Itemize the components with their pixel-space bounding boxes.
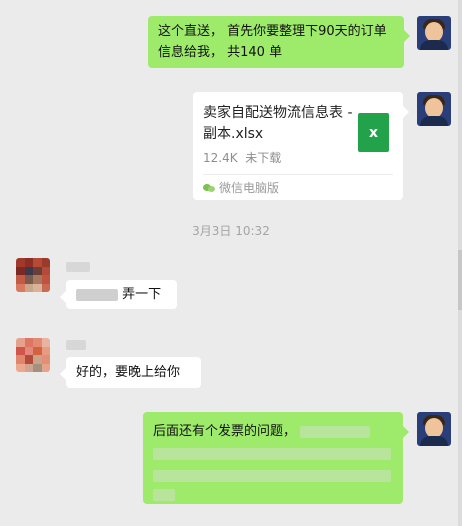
- file-size: 12.4K: [203, 151, 238, 165]
- contact-avatar[interactable]: [16, 338, 50, 372]
- message-text: 弄一下: [122, 287, 162, 302]
- redacted-text: [153, 469, 391, 482]
- file-download-status: 未下载: [245, 151, 282, 165]
- file-source: 微信电脑版: [203, 178, 279, 199]
- file-meta: 12.4K 未下载: [203, 148, 281, 169]
- excel-icon: x: [358, 113, 389, 152]
- timestamp: 3月3日 10:32: [192, 224, 270, 238]
- my-avatar[interactable]: [417, 16, 451, 50]
- redacted-text: [76, 288, 118, 301]
- redacted-text: [300, 425, 371, 438]
- my-avatar[interactable]: [417, 92, 451, 126]
- redacted-text: [153, 447, 391, 460]
- contact-avatar[interactable]: [16, 258, 50, 292]
- wechat-icon: [203, 183, 215, 193]
- divider: [203, 174, 393, 175]
- message-bubble-incoming[interactable]: 弄一下: [60, 280, 177, 309]
- message-text: 好的，要晚上给你: [76, 365, 181, 380]
- message-bubble-outgoing[interactable]: 后面还有个发票的问题，: [143, 412, 409, 504]
- my-avatar[interactable]: [417, 412, 451, 446]
- message-bubble-incoming[interactable]: 好的，要晚上给你: [60, 357, 201, 388]
- message-bubble-outgoing[interactable]: 这个直送， 首先你要整理下90天的订单信息给我， 共140 单: [148, 16, 410, 68]
- contact-name: [66, 340, 86, 350]
- redacted-text: [153, 488, 175, 501]
- file-message-card[interactable]: 卖家自配送物流信息表 - 副本.xlsx x 12.4K 未下载 微信电脑版: [193, 92, 409, 200]
- chat-message-pane[interactable]: 这个直送， 首先你要整理下90天的订单信息给我， 共140 单 卖家自配送物流信…: [0, 0, 462, 526]
- file-source-label: 微信电脑版: [219, 181, 280, 195]
- scrollbar-thumb[interactable]: [458, 250, 462, 310]
- message-text: 后面还有个发票的问题，: [153, 424, 297, 439]
- contact-name: [66, 262, 90, 272]
- message-text: 这个直送， 首先你要整理下90天的订单信息给我， 共140 单: [158, 24, 387, 60]
- file-name: 卖家自配送物流信息表 - 副本.xlsx: [203, 105, 353, 142]
